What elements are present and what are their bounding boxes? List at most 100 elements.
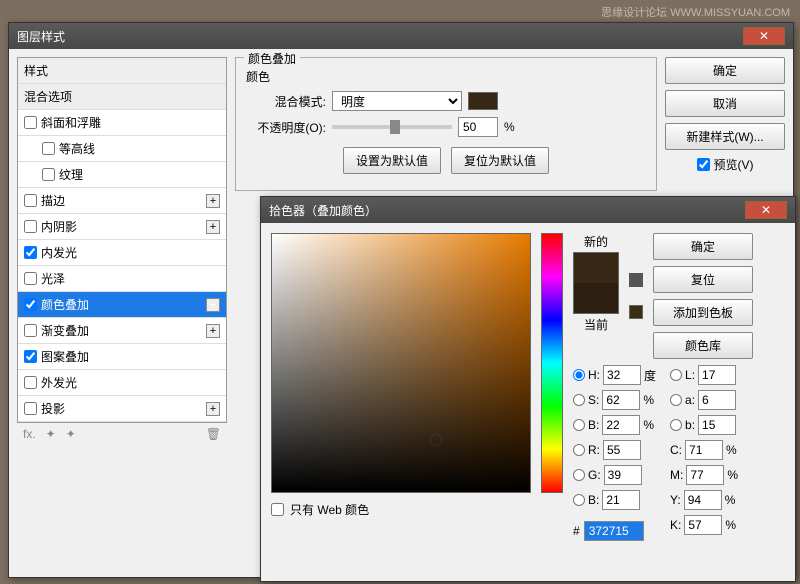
layer-style-title: 图层样式 [17, 28, 65, 45]
m-input[interactable] [686, 465, 724, 485]
add-swatch-button[interactable]: 添加到色板 [653, 299, 753, 326]
up-icon[interactable]: ✦ [46, 427, 56, 441]
style-item-10[interactable]: 外发光 [18, 370, 226, 396]
r-radio[interactable] [573, 444, 585, 456]
style-label: 外发光 [41, 374, 77, 391]
style-item-11[interactable]: 投影 + [18, 396, 226, 422]
styles-header[interactable]: 样式 [18, 58, 226, 84]
blend-mode-select[interactable]: 明度 [332, 91, 462, 111]
a-input[interactable] [698, 390, 736, 410]
style-label: 图案叠加 [41, 348, 89, 365]
style-label: 纹理 [59, 166, 83, 183]
color-picker-dialog: 拾色器（叠加颜色） ✕ 只有 Web 颜色 新的 当前 [260, 196, 796, 582]
style-checkbox[interactable] [42, 168, 55, 181]
color-cursor-icon [430, 434, 442, 446]
r-input[interactable] [603, 440, 641, 460]
style-item-3[interactable]: 描边+ [18, 188, 226, 214]
style-item-5[interactable]: 内发光 [18, 240, 226, 266]
style-item-8[interactable]: 渐变叠加 + [18, 318, 226, 344]
color-overlay-fieldset: 颜色叠加 颜色 混合模式: 明度 不透明度(O): % 设置为默认值 复位为默认… [235, 57, 657, 191]
style-label: 颜色叠加 [41, 296, 89, 313]
close-icon[interactable]: ✕ [743, 27, 785, 45]
down-icon[interactable]: ✦ [66, 427, 76, 441]
style-checkbox[interactable] [24, 194, 37, 207]
color-lib-button[interactable]: 颜色库 [653, 332, 753, 359]
current-label: 当前 [584, 316, 608, 333]
new-label: 新的 [584, 233, 608, 250]
new-style-button[interactable]: 新建样式(W)... [665, 123, 785, 150]
g-radio[interactable] [573, 469, 585, 481]
h-radio[interactable] [573, 369, 585, 381]
reset-default-button[interactable]: 复位为默认值 [451, 147, 549, 174]
style-item-4[interactable]: 内阴影 + [18, 214, 226, 240]
plus-icon[interactable]: + [206, 194, 220, 208]
lb-input[interactable] [698, 415, 736, 435]
lb-radio[interactable] [670, 419, 682, 431]
plus-icon[interactable]: + [206, 402, 220, 416]
s-radio[interactable] [573, 394, 585, 406]
preview-checkbox[interactable] [697, 158, 710, 171]
picker-close-icon[interactable]: ✕ [745, 201, 787, 219]
c-input[interactable] [685, 440, 723, 460]
style-label: 渐变叠加 [41, 322, 89, 339]
style-checkbox[interactable] [24, 246, 37, 259]
websafe-swatch-icon[interactable] [629, 305, 643, 319]
style-checkbox[interactable] [24, 350, 37, 363]
style-item-6[interactable]: 光泽 [18, 266, 226, 292]
trash-icon[interactable]: 🗑 [206, 427, 221, 441]
style-label: 投影 [41, 400, 65, 417]
h-input[interactable] [603, 365, 641, 385]
preview-checkbox-row[interactable]: 预览(V) [665, 156, 785, 173]
web-only-label: 只有 Web 颜色 [290, 501, 369, 518]
set-default-button[interactable]: 设置为默认值 [343, 147, 441, 174]
style-item-9[interactable]: 图案叠加 [18, 344, 226, 370]
web-only-checkbox[interactable] [271, 503, 284, 516]
plus-icon[interactable]: + [206, 298, 220, 312]
k-input[interactable] [684, 515, 722, 535]
s-input[interactable] [602, 390, 640, 410]
l-input[interactable] [698, 365, 736, 385]
b-input[interactable] [602, 490, 640, 510]
overlay-color-swatch[interactable] [468, 92, 498, 110]
style-label: 内阴影 [41, 218, 77, 235]
gamut-warning-icon[interactable] [629, 273, 643, 287]
opacity-input[interactable] [458, 117, 498, 137]
style-item-1[interactable]: 等高线 [18, 136, 226, 162]
color-sublabel: 颜色 [246, 68, 646, 85]
style-checkbox[interactable] [24, 324, 37, 337]
style-checkbox[interactable] [24, 116, 37, 129]
style-item-2[interactable]: 纹理 [18, 162, 226, 188]
blend-options-header[interactable]: 混合选项 [18, 84, 226, 110]
plus-icon[interactable]: + [206, 220, 220, 234]
l-radio[interactable] [670, 369, 682, 381]
styles-list: 样式 混合选项 斜面和浮雕等高线纹理描边+ 内阴影 + 内发光光泽颜色叠加 + 渐变叠加 +… [17, 57, 227, 423]
style-label: 斜面和浮雕 [41, 114, 101, 131]
style-checkbox[interactable] [24, 220, 37, 233]
plus-icon[interactable]: + [206, 324, 220, 338]
style-item-0[interactable]: 斜面和浮雕 [18, 110, 226, 136]
g-input[interactable] [604, 465, 642, 485]
style-label: 等高线 [59, 140, 95, 157]
y-input[interactable] [684, 490, 722, 510]
opacity-slider[interactable] [332, 125, 452, 129]
color-field[interactable] [271, 233, 531, 493]
fx-icon[interactable]: fx. [23, 427, 36, 441]
style-checkbox[interactable] [24, 402, 37, 415]
style-checkbox[interactable] [24, 298, 37, 311]
b-radio[interactable] [573, 494, 585, 506]
style-checkbox[interactable] [24, 272, 37, 285]
hex-input[interactable] [584, 521, 644, 541]
picker-titlebar: 拾色器（叠加颜色） ✕ [261, 197, 795, 223]
picker-reset-button[interactable]: 复位 [653, 266, 753, 293]
style-checkbox[interactable] [24, 376, 37, 389]
ok-button[interactable]: 确定 [665, 57, 785, 84]
cancel-button[interactable]: 取消 [665, 90, 785, 117]
style-item-7[interactable]: 颜色叠加 + [18, 292, 226, 318]
a-radio[interactable] [670, 394, 682, 406]
color-overlay-title: 颜色叠加 [244, 50, 300, 67]
bv-radio[interactable] [573, 419, 585, 431]
bv-input[interactable] [602, 415, 640, 435]
hue-slider[interactable] [541, 233, 563, 493]
picker-ok-button[interactable]: 确定 [653, 233, 753, 260]
style-checkbox[interactable] [42, 142, 55, 155]
